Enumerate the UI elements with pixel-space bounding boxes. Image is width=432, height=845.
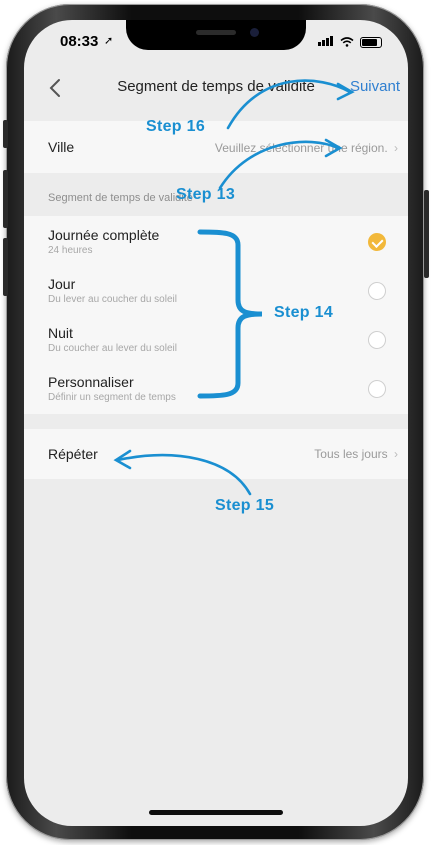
volume-down-button [3, 238, 8, 296]
segment-option[interactable]: Journée complète 24 heures [24, 216, 408, 265]
segment-sublabel: Du coucher au lever du soleil [48, 343, 177, 354]
city-value: Veuillez sélectionner une région. › [215, 141, 398, 155]
chevron-right-icon: › [394, 447, 398, 461]
step13-annotation: Step 13 [176, 186, 236, 203]
step14-annotation: Step 14 [274, 304, 334, 321]
status-icons [318, 35, 382, 49]
city-label: Ville [48, 139, 75, 155]
city-value-text: Veuillez sélectionner une région. [214, 141, 388, 155]
radio-button[interactable] [368, 331, 386, 349]
segment-label: Personnaliser [48, 374, 134, 390]
repeat-value-text: Tous les jours [314, 447, 388, 461]
segment-sublabel: 24 heures [48, 245, 93, 256]
mute-switch [3, 120, 8, 148]
phone-screen: 08:33 ➚ Segment de temps de validité Sui… [24, 20, 408, 826]
front-camera [250, 28, 259, 37]
segment-list: Journée complète 24 heures Jour Du lever… [24, 216, 408, 414]
selected-check-icon[interactable] [368, 233, 386, 251]
repeat-label: Répéter [48, 446, 98, 462]
notch [126, 20, 306, 50]
radio-button[interactable] [368, 380, 386, 398]
speaker-grille [196, 30, 236, 35]
segment-label: Journée complète [48, 227, 160, 243]
home-indicator [149, 810, 283, 815]
segment-option[interactable]: Personnaliser Définir un segment de temp… [24, 363, 408, 412]
segment-option[interactable]: Jour Du lever au coucher du soleil [24, 265, 408, 314]
segment-sublabel: Du lever au coucher du soleil [48, 294, 177, 305]
segment-sublabel: Définir un segment de temps [48, 392, 176, 403]
segment-label: Jour [48, 276, 76, 292]
city-row[interactable]: Ville Veuillez sélectionner une région. … [24, 121, 408, 173]
repeat-value: Tous les jours › [314, 447, 398, 461]
radio-button[interactable] [368, 282, 386, 300]
step15-annotation: Step 15 [215, 497, 275, 514]
repeat-row[interactable]: Répéter Tous les jours › [24, 429, 408, 479]
navigation-bar: Segment de temps de validité Suivant [24, 70, 408, 106]
battery-icon [360, 36, 382, 48]
power-button [424, 190, 429, 278]
signal-icon [318, 33, 334, 51]
segment-label: Nuit [48, 325, 73, 341]
status-time: 08:33 [60, 33, 99, 50]
volume-up-button [3, 170, 8, 228]
location-arrow-icon: ➚ [104, 35, 114, 47]
wifi-icon [340, 37, 354, 47]
step16-annotation: Step 16 [146, 118, 206, 135]
segment-option[interactable]: Nuit Du coucher au lever du soleil [24, 314, 408, 363]
segment-section-header: Segment de temps de validité [48, 192, 193, 204]
chevron-right-icon: › [394, 141, 398, 155]
next-button[interactable]: Suivant [350, 78, 400, 95]
